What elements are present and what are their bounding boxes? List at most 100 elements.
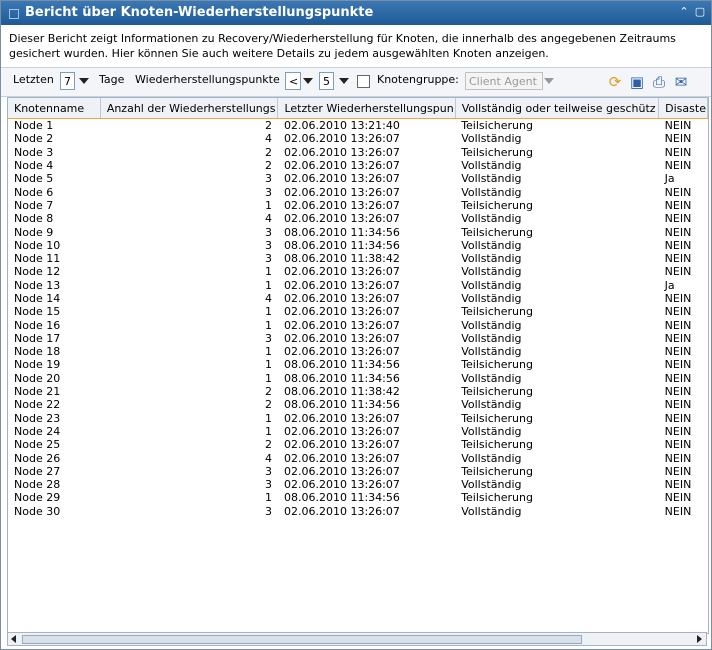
table-cell: 2: [264, 398, 272, 412]
table-cell: NEIN: [664, 212, 692, 226]
table-cell: Vollständig: [461, 478, 522, 492]
table-row[interactable]: Node 9 3 08.06.2010 11:34:56 Teilsicherung N…: [8, 225, 708, 239]
table-row[interactable]: Node 11 3 08.06.2010 11:38:42 Vollständig NE…: [8, 252, 708, 265]
table-cell: Node 8: [14, 212, 54, 226]
table-row[interactable]: Node 12 1 02.06.2010 13:26:07 Vollständig NE…: [8, 265, 708, 278]
table-row[interactable]: Node 15 1 02.06.2010 13:26:07 Teilsicherung…: [8, 305, 708, 318]
table-cell: Node 10: [14, 238, 61, 252]
table-row[interactable]: Node 14 4 02.06.2010 13:26:07 Vollständig NE…: [8, 292, 708, 305]
grip-icon[interactable]: [9, 9, 19, 19]
table-row[interactable]: Node 2 4 02.06.2010 13:26:07 Vollständig NEI…: [8, 132, 708, 145]
report-table: Knotenname Anzahl der Wiederherstellungs L…: [7, 97, 709, 634]
collapse-icon[interactable]: ⌃: [677, 5, 691, 19]
data-table: Knotenname Anzahl der Wiederherstellungs L…: [8, 98, 708, 518]
table-cell: Node 25: [14, 438, 61, 452]
table-row[interactable]: Node 6 3 02.06.2010 13:26:07 Vollständig NEI…: [8, 185, 708, 199]
dropdown-arrow-icon[interactable]: [303, 78, 313, 84]
table-row[interactable]: Node 29 1 08.06.2010 11:34:56 Teilsicherung…: [8, 491, 708, 504]
wp-value-select[interactable]: 5: [319, 72, 334, 90]
table-cell: Node 1: [14, 119, 54, 133]
table-cell: 02.06.2010 13:21:40: [283, 119, 400, 133]
table-row[interactable]: Node 10 3 08.06.2010 11:34:56 Vollständig NE…: [8, 239, 708, 252]
table-cell: NEIN: [664, 398, 692, 412]
table-row[interactable]: Node 27 3 02.06.2010 13:26:07 Teilsicherung…: [8, 465, 708, 478]
table-row[interactable]: Node 3 2 02.06.2010 13:26:07 Teilsicherung N…: [8, 146, 708, 159]
table-row[interactable]: Node 13 1 02.06.2010 13:26:07 Vollständig Ja: [8, 279, 708, 292]
table-cell: 02.06.2010 13:26:07: [283, 464, 400, 478]
table-row[interactable]: Node 7 1 02.06.2010 13:26:07 Teilsicherung N…: [8, 199, 708, 212]
table-cell: NEIN: [664, 238, 692, 252]
table-cell: Node 26: [14, 451, 61, 465]
column-header[interactable]: Anzahl der Wiederherstellungs: [100, 98, 279, 119]
dropdown-arrow-icon[interactable]: [544, 78, 554, 84]
table-cell: 02.06.2010 13:26:07: [283, 411, 400, 425]
letzten-label: Letzten: [13, 73, 54, 86]
table-row[interactable]: Node 16 1 02.06.2010 13:26:07 Vollständig NE…: [8, 318, 708, 332]
table-cell: 02.06.2010 13:26:07: [283, 438, 400, 452]
table-cell: 08.06.2010 11:34:56: [283, 358, 400, 372]
table-row[interactable]: Node 21 2 08.06.2010 11:38:42 Teilsicherung…: [8, 385, 708, 398]
column-header[interactable]: Disaste: [658, 98, 708, 119]
refresh-icon[interactable]: ⟳: [607, 74, 623, 90]
column-header[interactable]: Vollständig oder teilweise geschütz: [455, 98, 660, 119]
table-header: Knotenname Anzahl der Wiederherstellungs L…: [8, 98, 708, 119]
dropdown-arrow-icon[interactable]: [79, 78, 89, 84]
table-row[interactable]: Node 25 2 02.06.2010 13:26:07 Teilsicherung…: [8, 438, 708, 451]
table-row[interactable]: Node 19 1 08.06.2010 11:34:56 Teilsicherung…: [8, 358, 708, 371]
table-row[interactable]: Node 30 3 02.06.2010 13:26:07 Vollständig NE…: [8, 505, 708, 518]
knotengruppe-select[interactable]: Client Agent: [465, 72, 543, 90]
column-header[interactable]: Letzter Wiederherstellungspun: [277, 98, 456, 119]
table-row[interactable]: Node 24 1 02.06.2010 13:26:07 Vollständig NE…: [8, 425, 708, 438]
table-cell: NEIN: [664, 252, 692, 266]
tage-label: Tage: [99, 73, 125, 86]
table-cell: 3: [264, 225, 272, 239]
table-cell: Node 19: [14, 358, 61, 372]
table-cell: Ja: [664, 172, 675, 186]
table-cell: Vollständig: [461, 185, 522, 199]
table-row[interactable]: Node 5 3 02.06.2010 13:26:07 Vollständig Ja: [8, 172, 708, 185]
letzten-select[interactable]: 7: [60, 72, 75, 90]
table-cell: Teilsicherung: [461, 411, 533, 425]
table-cell: 08.06.2010 11:34:56: [283, 491, 400, 505]
horizontal-scrollbar[interactable]: [7, 632, 707, 646]
table-cell: 02.06.2010 13:26:07: [283, 305, 400, 319]
email-icon[interactable]: ✉: [673, 74, 689, 90]
table-row[interactable]: Node 1 2 02.06.2010 13:21:40 Teilsicherung N…: [8, 119, 708, 133]
table-cell: 02.06.2010 13:26:07: [283, 318, 400, 332]
title-bar: Bericht über Knoten-Wiederherstellungspu…: [1, 1, 711, 25]
dropdown-arrow-icon[interactable]: [339, 78, 349, 84]
table-cell: NEIN: [664, 331, 692, 345]
table-cell: Node 4: [14, 159, 54, 173]
table-row[interactable]: Node 23 1 02.06.2010 13:26:07 Teilsicherung…: [8, 412, 708, 425]
save-icon[interactable]: ▣: [629, 74, 645, 90]
scroll-left-icon[interactable]: [11, 635, 16, 643]
table-cell: 02.06.2010 13:26:07: [283, 292, 400, 305]
table-cell: 02.06.2010 13:26:07: [283, 159, 400, 173]
table-row[interactable]: Node 20 1 08.06.2010 11:34:56 Vollständig NE…: [8, 372, 708, 385]
table-row[interactable]: Node 18 1 02.06.2010 13:26:07 Vollständig NE…: [8, 345, 708, 358]
scroll-thumb[interactable]: [22, 635, 582, 644]
table-cell: Teilsicherung: [461, 119, 533, 133]
scroll-right-icon[interactable]: [697, 635, 702, 643]
knotengruppe-checkbox[interactable]: [357, 75, 370, 88]
table-cell: NEIN: [664, 318, 692, 332]
column-header[interactable]: Knotenname: [8, 98, 101, 119]
table-cell: 3: [264, 331, 272, 345]
table-cell: Node 27: [14, 464, 61, 478]
table-row[interactable]: Node 17 3 02.06.2010 13:26:07 Vollständig NE…: [8, 332, 708, 345]
table-row[interactable]: Node 28 3 02.06.2010 13:26:07 Vollständig NE…: [8, 478, 708, 491]
table-row[interactable]: Node 26 4 02.06.2010 13:26:07 Vollständig NE…: [8, 451, 708, 465]
wp-operator-select[interactable]: <: [285, 72, 301, 90]
table-row[interactable]: Node 22 2 08.06.2010 11:34:56 Vollständig NE…: [8, 398, 708, 411]
table-cell: Node 5: [14, 172, 54, 186]
table-cell: 1: [264, 265, 272, 279]
table-cell: 02.06.2010 13:26:07: [283, 424, 400, 438]
wp-label: Wiederherstellungspunkte: [135, 73, 280, 86]
maximize-icon[interactable]: ▢: [693, 5, 707, 19]
table-row[interactable]: Node 8 4 02.06.2010 13:26:07 Vollständig NEI…: [8, 212, 708, 225]
table-cell: Node 9: [14, 225, 54, 239]
table-row[interactable]: Node 4 2 02.06.2010 13:26:07 Vollständig NEI…: [8, 159, 708, 172]
table-cell: 08.06.2010 11:34:56: [283, 238, 400, 252]
table-cell: 3: [264, 238, 272, 252]
print-icon[interactable]: ⎙: [651, 74, 667, 90]
